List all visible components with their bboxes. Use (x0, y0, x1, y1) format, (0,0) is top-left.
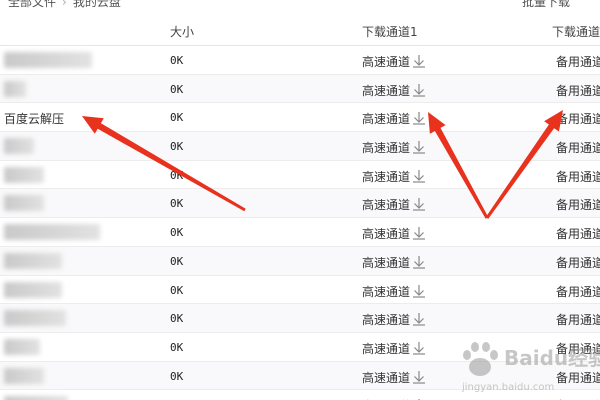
file-name[interactable]: 百度云解压 (4, 110, 64, 127)
watermark-text: Baidu经验 (504, 346, 600, 370)
high-speed-channel-link[interactable]: 高速通道 (362, 139, 426, 156)
download-arrow-icon[interactable] (412, 83, 426, 97)
file-name-blurred (4, 195, 44, 212)
table-row[interactable]: 0K 高速通道 备用通道 (0, 304, 600, 333)
backup-channel-link[interactable]: 备用通道 (556, 225, 600, 242)
backup-channel-link[interactable]: 备用通道 (556, 168, 600, 185)
breadcrumb-current: 我的云盘 (72, 0, 121, 9)
high-speed-channel-link[interactable]: 高速通道 (362, 53, 426, 70)
channel1-label[interactable]: 高速通道 (362, 371, 410, 385)
top-toolbar: 全部文件 › 我的云盘 批量下载 (0, 0, 600, 12)
breadcrumb: 全部文件 › 我的云盘 (8, 0, 121, 10)
download-arrow-icon[interactable] (412, 255, 426, 269)
channel1-label[interactable]: 高速通道 (362, 112, 410, 126)
download-arrow-icon[interactable] (412, 226, 426, 240)
header-channel2[interactable]: 下载通道 (552, 23, 600, 40)
file-name-blurred (4, 367, 44, 384)
high-speed-channel-link[interactable]: 高速通道 (362, 110, 426, 127)
channel1-label[interactable]: 高速通道 (362, 84, 410, 98)
backup-channel-link[interactable]: 备用通道 (556, 311, 600, 328)
file-size: 0K (170, 369, 184, 383)
download-arrow-icon[interactable] (412, 54, 426, 68)
file-size: 0K (170, 254, 184, 268)
file-name-blurred (4, 80, 26, 97)
high-speed-channel-link[interactable]: 高速通道 (362, 283, 426, 300)
file-name-blurred (4, 281, 62, 298)
table-row[interactable]: 0K 高速通道 备用通道 (0, 46, 600, 75)
table-row[interactable]: 百度云解压 0K 高速通道 备用通道 (0, 103, 600, 133)
watermark-url: jingyan.baidu.com (462, 382, 555, 393)
breadcrumb-separator: › (62, 0, 67, 9)
file-size: 0K (170, 340, 184, 354)
header-size[interactable]: 大小 (170, 23, 194, 40)
high-speed-channel-link[interactable]: 高速通道 (362, 225, 426, 242)
channel1-label[interactable]: 高速通道 (362, 141, 410, 155)
high-speed-channel-link[interactable]: 高速通道 (362, 369, 426, 386)
download-arrow-icon[interactable] (412, 140, 426, 154)
file-name-blurred (4, 396, 68, 400)
file-size: 0K (170, 197, 184, 211)
backup-channel-link[interactable]: 备用通道 (556, 283, 600, 300)
table-row[interactable]: 0K 高速通道 备用通道 (0, 132, 600, 161)
file-size: 0K (170, 82, 184, 96)
high-speed-channel-link[interactable]: 高速通道 (362, 340, 426, 357)
backup-channel-link[interactable]: 备用通道 (556, 196, 600, 213)
file-size: 0K (170, 312, 184, 326)
high-speed-channel-link[interactable]: 高速通道 (362, 311, 426, 328)
channel1-label[interactable]: 高速通道 (362, 55, 410, 69)
file-size: 0K (170, 140, 184, 154)
download-arrow-icon[interactable] (412, 370, 426, 384)
file-name-blurred (4, 252, 62, 269)
baidu-paw-icon (463, 342, 498, 376)
file-size: 0K (170, 283, 184, 297)
file-name-blurred (4, 52, 92, 68)
table-row[interactable]: 0K 高速通道 备用通道 (0, 218, 600, 247)
download-arrow-icon[interactable] (412, 197, 426, 212)
download-arrow-icon[interactable] (412, 341, 426, 355)
backup-channel-link[interactable]: 备用通道 (556, 110, 600, 127)
file-name-blurred (4, 224, 100, 241)
file-name-blurred (4, 338, 40, 355)
table-row[interactable]: 0K 高速通道 备用通道 (0, 161, 600, 190)
backup-channel-link[interactable]: 备用通道 (556, 82, 600, 99)
channel1-label[interactable]: 高速通道 (362, 256, 410, 270)
backup-channel-link[interactable]: 备用通道 (556, 139, 600, 156)
download-arrow-icon[interactable] (412, 111, 426, 125)
table-row[interactable]: 0K 高速通道 备用通道 (0, 276, 600, 305)
file-name-blurred (4, 166, 44, 183)
channel1-label[interactable]: 高速通道 (362, 342, 410, 356)
high-speed-channel-link[interactable]: 高速通道 (362, 82, 426, 99)
table-row[interactable]: 0K 高速通道 备用通道 (0, 74, 600, 104)
download-arrow-icon[interactable] (412, 312, 426, 326)
channel1-label[interactable]: 高速通道 (362, 170, 410, 184)
high-speed-channel-link[interactable]: 高速通道 (362, 254, 426, 271)
header-channel1[interactable]: 下载通道1 (362, 23, 418, 40)
file-size: 0K (170, 168, 184, 182)
backup-channel-link[interactable]: 备用通道 (556, 254, 600, 271)
watermark: Baidu经验 jingyan.baidu.com (458, 340, 600, 400)
breadcrumb-home[interactable]: 全部文件 (8, 0, 56, 9)
batch-download-button[interactable]: 批量下载 (522, 0, 570, 10)
channel1-label[interactable]: 高速通道 (362, 313, 410, 327)
file-name-blurred (4, 138, 34, 155)
file-size: 0K (170, 226, 184, 240)
high-speed-channel-link[interactable]: 高速通道 (362, 168, 426, 185)
table-header: 大小 下载通道1 下载通道 (0, 16, 600, 46)
file-name-blurred (4, 310, 66, 327)
download-arrow-icon[interactable] (412, 169, 426, 183)
backup-channel-link[interactable]: 备用通道 (556, 53, 600, 70)
high-speed-channel-link[interactable]: 高速通道 (362, 196, 426, 213)
table-row[interactable]: 0K 高速通道 备用通道 (0, 246, 600, 276)
file-size: 0K (170, 111, 184, 125)
file-size: 0K (170, 54, 184, 67)
table-row[interactable]: 0K 高速通道 备用通道 (0, 189, 600, 219)
channel1-label[interactable]: 高速通道 (362, 285, 410, 299)
download-arrow-icon[interactable] (412, 284, 426, 298)
channel1-label[interactable]: 高速通道 (362, 198, 410, 212)
channel1-label[interactable]: 高速通道 (362, 227, 410, 241)
